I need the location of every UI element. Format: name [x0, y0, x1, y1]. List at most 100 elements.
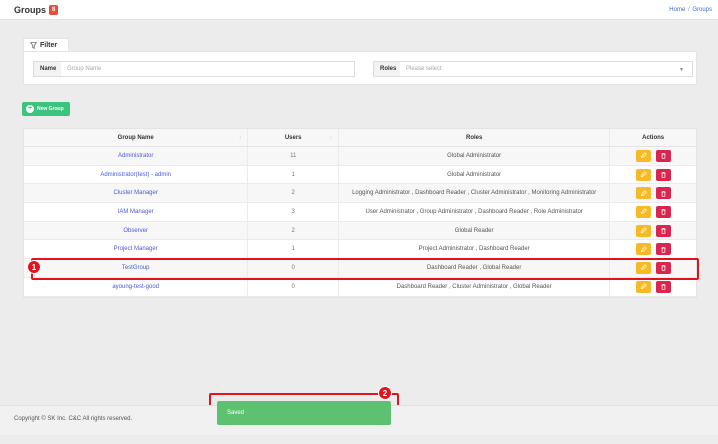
group-name-link[interactable]: Observer [123, 228, 148, 234]
users-cell: 2 [248, 184, 340, 203]
filter-tab-label: Filter [40, 42, 58, 49]
roles-text: Global Administrator [447, 152, 502, 159]
pencil-icon [640, 171, 647, 178]
group-name-cell: Cluster Manager [24, 184, 249, 203]
column-header-actions: Actions [610, 129, 696, 146]
table-header: Group Name ↕ Users ↕ Roles Actions [24, 129, 696, 147]
top-header: Groups 8 Home / Groups [0, 0, 718, 20]
table-row: Administrator(test) - admin 1 Global Admin… [24, 165, 696, 185]
trash-icon [661, 246, 666, 253]
pencil-icon [640, 152, 647, 159]
users-count: 1 [291, 171, 295, 178]
trash-icon [661, 190, 666, 197]
copyright-text: Copyright © SK Inc. C&C All rights reser… [14, 416, 133, 422]
saved-toast[interactable]: Saved [217, 401, 391, 425]
users-cell: 2 [248, 221, 340, 240]
roles-text: Logging Administrator , Dashboard Reader… [352, 190, 597, 197]
delete-button[interactable] [655, 243, 671, 256]
sort-icon: ↕ [329, 134, 333, 141]
group-name-cell: IAM Manager [24, 203, 249, 221]
roles-text: Global Administrator [447, 171, 502, 178]
group-count-badge: 8 [49, 5, 59, 15]
group-name-link[interactable]: Administrator(test) - admin [100, 172, 171, 178]
step-1-marker: 1 [27, 260, 41, 274]
edit-button[interactable] [635, 187, 651, 200]
pencil-icon [640, 245, 647, 252]
new-group-label: New Group [37, 106, 64, 112]
table-row: ayoung-test-good 0 Dashboard Reader , Clus… [24, 277, 696, 297]
group-name-link[interactable]: Cluster Manager [113, 190, 157, 196]
roles-text: Dashboard Reader , Cluster Administrator… [396, 283, 552, 290]
group-name-cell: Observer [24, 221, 249, 240]
actions-cell [610, 147, 696, 165]
roles-select[interactable]: Please select ▼ [400, 61, 693, 77]
edit-button[interactable] [635, 280, 651, 293]
group-name-link[interactable]: Project Manager [114, 246, 158, 252]
edit-button[interactable] [635, 168, 651, 181]
column-header-group-name[interactable]: Group Name ↕ [24, 129, 249, 146]
actions-cell [610, 240, 696, 258]
roles-text: User Administrator , Group Administrator… [365, 208, 583, 215]
trash-icon [661, 209, 666, 216]
users-count: 2 [291, 227, 295, 234]
actions-cell [610, 184, 696, 202]
users-count: 3 [291, 208, 295, 215]
roles-text: Global Reader [454, 227, 494, 234]
table-row: Observer 2 Global Reader [24, 221, 696, 241]
column-label: Actions [642, 134, 665, 141]
users-count: 1 [291, 246, 295, 253]
filter-tab[interactable]: Filter [23, 38, 69, 52]
trash-icon [661, 284, 666, 290]
roles-text: Project Administrator , Dashboard Reader [418, 246, 530, 253]
group-name-link[interactable]: IAM Manager [118, 209, 154, 215]
table-row: Administrator 11 Global Administrator [24, 147, 696, 166]
edit-button[interactable] [635, 224, 651, 237]
column-label: Roles [465, 134, 483, 141]
breadcrumb-home[interactable]: Home [669, 7, 685, 13]
roles-field-label: Roles [373, 61, 404, 77]
edit-button[interactable] [635, 243, 651, 256]
table-row: IAM Manager 3 User Administrator , Group A… [24, 203, 696, 222]
column-label: Users [284, 134, 302, 141]
delete-button[interactable] [655, 168, 671, 181]
actions-cell [610, 166, 696, 184]
pencil-icon [640, 227, 647, 234]
delete-button[interactable] [655, 205, 671, 218]
users-cell: 3 [248, 203, 340, 221]
delete-button[interactable] [655, 280, 671, 293]
roles-cell: Global Administrator [339, 147, 611, 165]
column-header-roles: Roles [339, 129, 611, 146]
trash-icon [661, 228, 666, 234]
group-name-cell: Administrator [24, 147, 249, 165]
trash-icon [661, 172, 666, 178]
page-title-text: Groups [14, 5, 47, 15]
delete-button[interactable] [655, 149, 671, 162]
pencil-icon [640, 283, 647, 290]
breadcrumb-separator: / [687, 7, 690, 13]
group-name-link[interactable]: ayoung-test-good [112, 284, 159, 290]
roles-cell: Global Administrator [339, 165, 611, 184]
trash-icon [661, 153, 666, 159]
actions-cell [610, 222, 696, 240]
breadcrumb: Home / Groups [669, 7, 712, 13]
users-cell: 1 [248, 165, 340, 184]
step-2-marker: 2 [378, 386, 392, 400]
users-count: 2 [291, 190, 295, 197]
edit-button[interactable] [635, 205, 651, 218]
edit-button[interactable] [635, 149, 651, 162]
delete-button[interactable] [655, 187, 671, 200]
name-field-label: Name [33, 61, 64, 77]
pencil-icon [640, 208, 647, 215]
users-count: 0 [291, 283, 295, 290]
group-name-link[interactable]: Administrator [118, 153, 153, 159]
users-count: 11 [290, 152, 297, 159]
delete-button[interactable] [655, 224, 671, 237]
new-group-button[interactable]: + New Group [22, 102, 70, 116]
highlight-testgroup-row [31, 258, 699, 280]
breadcrumb-groups[interactable]: Groups [692, 7, 712, 13]
group-name-input[interactable]: Group Name [61, 61, 355, 77]
toast-message: Saved [227, 410, 245, 416]
plus-icon: + [26, 105, 34, 113]
actions-cell [610, 203, 696, 221]
column-header-users[interactable]: Users ↕ [248, 129, 340, 146]
